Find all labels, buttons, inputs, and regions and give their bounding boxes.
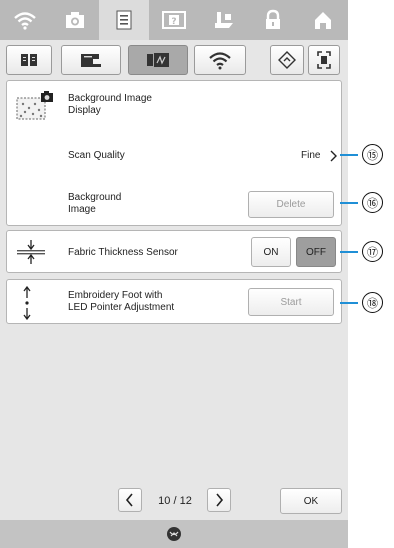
callout-17: ⑰ [340,241,394,262]
callout-18: ⑱ [340,292,394,313]
camera-icon [65,12,84,28]
embroidery-icon [147,53,169,67]
ok-button[interactable]: OK [280,488,342,514]
tab-lock[interactable] [248,0,298,40]
prev-page-button[interactable] [118,488,142,512]
svg-text:?: ? [171,17,176,27]
home-icon [314,12,331,29]
background-image-title-line1: Background Image [68,93,152,104]
bottom-bar [0,520,348,548]
fabric-thickness-label: Fabric Thickness Sensor [68,247,178,258]
page-indicator: 10 / 12 [158,495,192,507]
callout-number: ⑰ [362,241,383,262]
tab-camera[interactable] [50,0,100,40]
fabric-thickness-icon [17,240,45,264]
reset-diamond-icon [278,51,296,69]
wifi-icon [209,52,231,70]
lock-icon [266,9,281,29]
fabric-thickness-off-button[interactable]: OFF [296,237,336,267]
callout-16: ⑯ [340,192,394,213]
next-page-button[interactable] [207,488,231,512]
tab-embroidery[interactable] [128,45,188,75]
tab-display[interactable] [308,45,340,75]
settings-screen: ? Background Image Display Scan Quality … [0,0,348,548]
callout-line [340,302,358,304]
tab-home[interactable] [298,0,348,40]
scan-quality-label: Scan Quality [68,150,125,161]
background-image-panel: Background Image Display Scan Quality Fi… [6,80,342,226]
wifi-signal-icon [14,12,36,30]
screen-frame-icon [317,51,331,69]
tab-document[interactable] [99,0,150,40]
document-icon [116,10,132,30]
tab-reset[interactable] [270,45,304,75]
tab-presser-foot[interactable] [199,0,249,40]
tab-sewing[interactable] [61,45,121,75]
sewing-machine-icon [81,54,101,67]
background-image-icon [16,91,53,120]
callout-number: ⑮ [362,144,383,165]
callout-number: ⑯ [362,192,383,213]
background-image-title-line2: Display [68,105,101,116]
tab-help[interactable]: ? [149,0,199,40]
callout-line [340,202,358,204]
embroidery-foot-label-line1: Embroidery Foot with [68,290,163,301]
callout-line [340,251,358,253]
pointer-adjust-icon [23,286,31,320]
embroidery-foot-label-line2: LED Pointer Adjustment [68,302,175,313]
start-button[interactable]: Start [248,288,334,316]
fabric-thickness-panel: Fabric Thickness Sensor ON OFF [6,230,342,273]
top-tab-bar: ? [0,0,348,40]
chevron-right-icon[interactable] [329,150,339,162]
callout-15: ⑮ [340,144,394,165]
book-icon [21,54,37,66]
chevron-right-icon [216,493,224,507]
background-image-label-line1: Background [68,192,122,203]
tab-general[interactable] [6,45,52,75]
scan-quality-value[interactable]: Fine [301,150,320,162]
background-image-label-line2: Image [68,204,96,215]
settings-content: Background Image Display Scan Quality Fi… [6,80,342,480]
callout-line [340,154,358,156]
sub-tab-bar [6,40,342,80]
delete-button[interactable]: Delete [248,191,334,218]
callout-number: ⑱ [362,292,383,313]
help-icon: ? [161,11,186,29]
embroidery-foot-panel: Embroidery Foot with LED Pointer Adjustm… [6,279,342,324]
footer-bar: 10 / 12 OK [0,480,348,520]
presser-foot-icon [214,12,233,28]
tab-wifi-status[interactable] [0,0,50,40]
fabric-thickness-on-button[interactable]: ON [251,237,291,267]
tab-network[interactable] [194,45,246,75]
needle-mode-icon[interactable] [165,525,183,543]
chevron-left-icon [125,493,133,507]
